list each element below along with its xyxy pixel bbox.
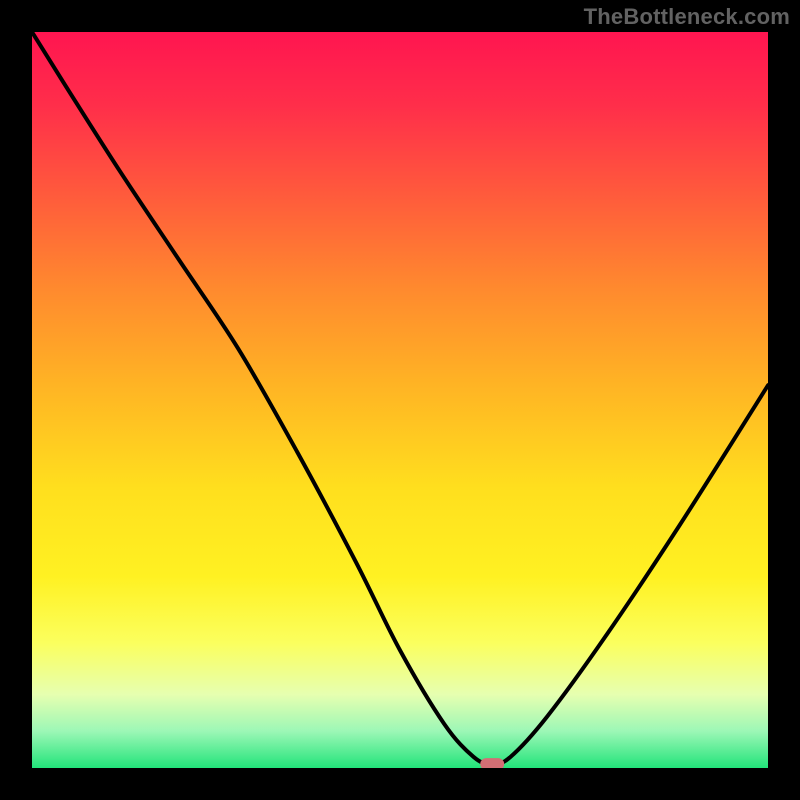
plot-area	[32, 32, 768, 768]
watermark-text: TheBottleneck.com	[584, 4, 790, 30]
minimum-marker	[480, 758, 504, 768]
bottleneck-curve	[32, 32, 768, 768]
chart-frame: TheBottleneck.com	[0, 0, 800, 800]
